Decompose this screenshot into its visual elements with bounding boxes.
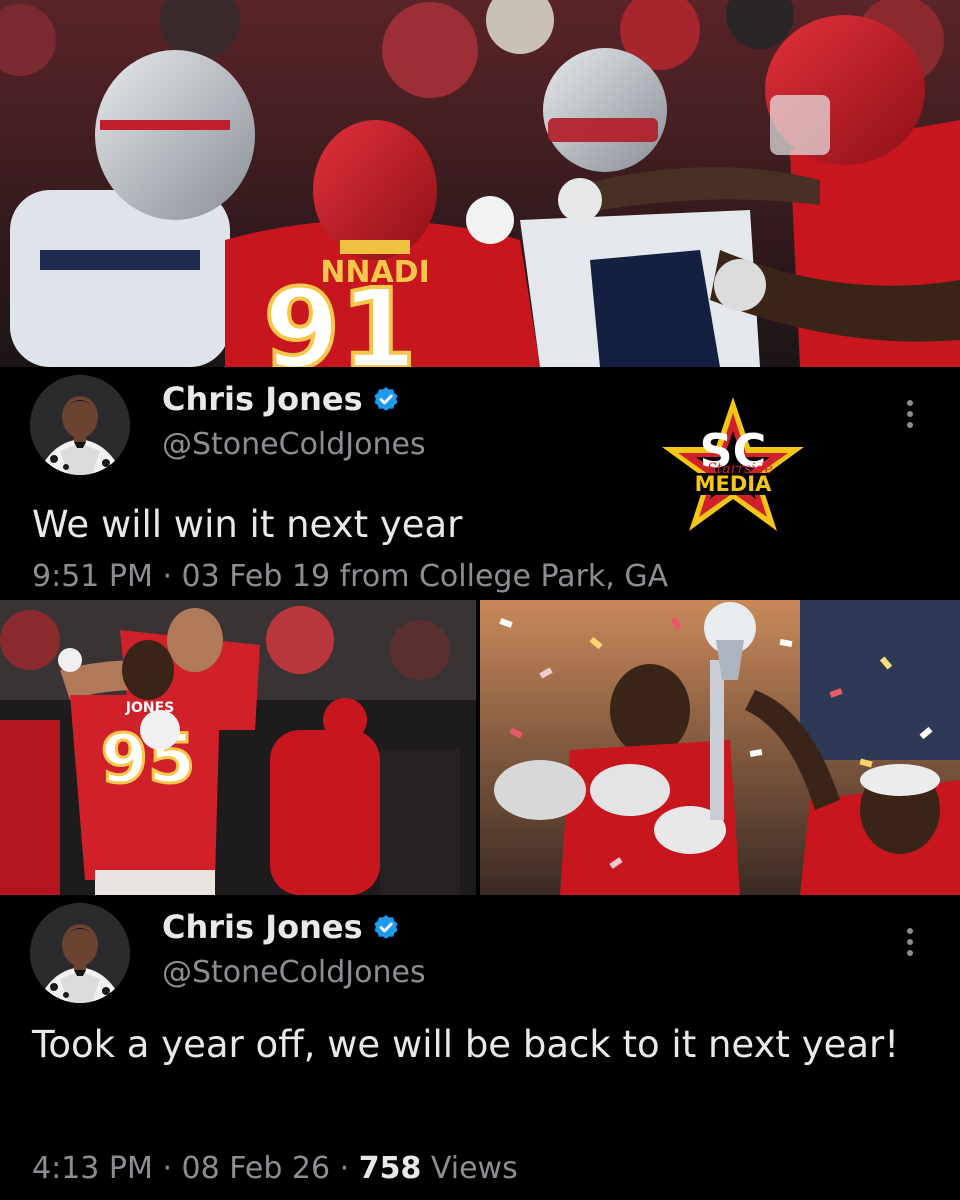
celebration-photo: JONES 95 [0, 600, 476, 895]
meta-separator: · [162, 1151, 172, 1186]
logo-word: MEDIA [695, 472, 772, 496]
avatar[interactable] [30, 375, 130, 475]
views-label[interactable]: Views [431, 1151, 518, 1186]
tweet-text: Took a year off, we will be back to it n… [32, 1023, 900, 1066]
jersey-number-top: 91 [263, 265, 416, 367]
tweet-timestamp: 9:51 PM · 03 Feb 19 from College Park, G… [32, 557, 668, 597]
tweet-date[interactable]: 08 Feb 26 [182, 1151, 331, 1186]
tweet-timestamp: 4:13 PM · 08 Feb 26 · 758 Views [32, 1149, 518, 1189]
display-name[interactable]: Chris Jones [162, 907, 401, 947]
more-options-icon[interactable] [898, 397, 922, 431]
views-count[interactable]: 758 [359, 1151, 422, 1186]
user-handle[interactable]: @StoneColdJones [162, 425, 426, 465]
more-options-icon[interactable] [898, 925, 922, 959]
tweet-source: from College Park, GA [339, 559, 669, 594]
screenshot-collage: NNADI 91 Chris Jones @StoneColdJones We … [0, 0, 960, 1200]
display-name-text[interactable]: Chris Jones [162, 379, 363, 419]
display-name[interactable]: Chris Jones [162, 379, 401, 419]
trophy-photo [480, 600, 960, 895]
tweet-card[interactable]: Chris Jones @StoneColdJones Took a year … [0, 895, 960, 1200]
tweet-card[interactable]: Chris Jones @StoneColdJones We will win … [0, 367, 960, 600]
game-photo: NNADI 91 [0, 0, 960, 367]
verified-badge-icon [371, 912, 401, 942]
tweet-time[interactable]: 4:13 PM [32, 1151, 153, 1186]
tweet-date[interactable]: 03 Feb 19 [182, 559, 331, 594]
verified-badge-icon [371, 384, 401, 414]
user-handle[interactable]: @StoneColdJones [162, 953, 426, 993]
brand-logo: SC Starrside MEDIA [660, 395, 806, 535]
meta-separator: · [339, 1151, 350, 1186]
meta-separator: · [162, 559, 172, 594]
tweet-time[interactable]: 9:51 PM [32, 559, 153, 594]
avatar[interactable] [30, 903, 130, 1003]
display-name-text[interactable]: Chris Jones [162, 907, 363, 947]
